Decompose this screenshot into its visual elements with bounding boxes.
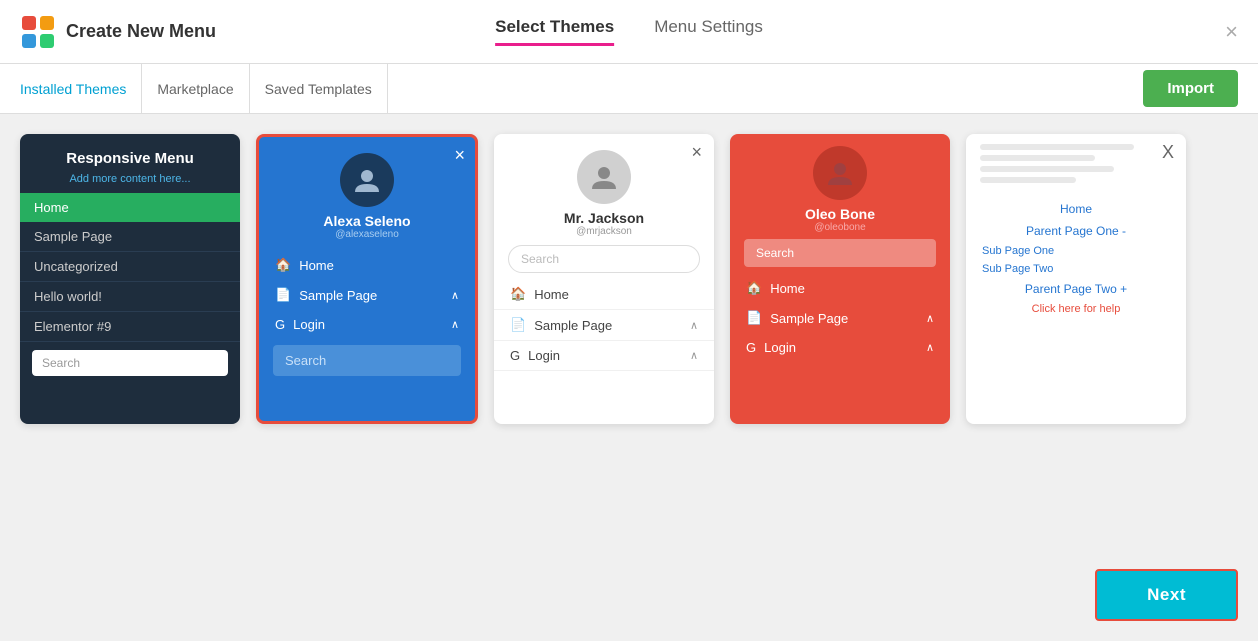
page-icon-red: 📄 — [746, 310, 762, 326]
arrow-icon-blue-1: ∧ — [451, 289, 459, 302]
placeholder-line-4 — [980, 177, 1076, 183]
g-icon-blue: G — [275, 317, 285, 332]
user-handle-jackson: @mrjackson — [494, 226, 714, 237]
tab-menu-settings[interactable]: Menu Settings — [654, 17, 763, 46]
arrow-icon-red-1: ∧ — [926, 312, 934, 325]
arrow-icon-white-2: ∧ — [690, 349, 698, 362]
menu-item-sample-red: 📄 Sample Page ∧ — [730, 303, 950, 333]
search-box-red: Search — [744, 239, 936, 267]
avatar-oleo — [813, 146, 867, 200]
g-icon-white: G — [510, 348, 520, 363]
menu-item-home-white: 🏠 Home — [494, 279, 714, 310]
tab-select-themes[interactable]: Select Themes — [495, 17, 614, 46]
arrow-icon-white-1: ∧ — [690, 319, 698, 332]
user-handle-oleo: @oleobone — [730, 222, 950, 233]
menu-item-elementor-dark: Elementor #9 — [20, 312, 240, 342]
menu-item-sample-white: 📄 Sample Page ∧ — [494, 310, 714, 341]
page-icon-blue: 📄 — [275, 287, 291, 303]
menu-item-home-blue: 🏠 Home — [259, 250, 475, 280]
close-icon-white[interactable]: × — [691, 142, 702, 163]
sub-tab-saved-templates[interactable]: Saved Templates — [250, 64, 388, 113]
home-icon-blue: 🏠 — [275, 257, 291, 273]
app-title: Create New Menu — [66, 21, 216, 42]
menu-item-login-red: G Login ∧ — [730, 333, 950, 362]
logo-area: Create New Menu — [20, 14, 216, 50]
plain-link-parent1: Parent Page One - — [966, 220, 1186, 242]
placeholder-line-1 — [980, 144, 1134, 150]
plain-link-sub1: Sub Page One — [966, 242, 1186, 260]
theme-card-alexa-seleno[interactable]: × Alexa Seleno @alexaseleno 🏠 Home 📄 Sam… — [256, 134, 478, 424]
menu-item-login-blue: G Login ∧ — [259, 310, 475, 339]
user-name-oleo: Oleo Bone — [730, 206, 950, 222]
theme-card-oleo-bone[interactable]: Oleo Bone @oleobone Search 🏠 Home 📄 Samp… — [730, 134, 950, 424]
next-button-container: Next — [1095, 569, 1238, 621]
menu-item-sample-blue: 📄 Sample Page ∧ — [259, 280, 475, 310]
plain-link-sub2: Sub Page Two — [966, 260, 1186, 278]
avatar-jackson — [577, 150, 631, 204]
main-content: Responsive Menu Add more content here...… — [0, 114, 1258, 641]
user-name-alexa: Alexa Seleno — [259, 213, 475, 229]
avatar-alexa — [340, 153, 394, 207]
import-button[interactable]: Import — [1143, 70, 1238, 107]
close-icon[interactable]: × — [1225, 19, 1238, 45]
arrow-icon-blue-2: ∧ — [451, 318, 459, 331]
theme-title-responsive: Responsive Menu — [20, 134, 240, 173]
close-icon-blue[interactable]: × — [454, 145, 465, 166]
plain-link-parent2: Parent Page Two + — [966, 278, 1186, 300]
placeholder-line-3 — [980, 166, 1114, 172]
user-name-jackson: Mr. Jackson — [494, 210, 714, 226]
close-icon-plain[interactable]: X — [1162, 142, 1174, 163]
plain-lines-area — [966, 134, 1186, 198]
main-tabs: Select Themes Menu Settings — [495, 17, 763, 46]
page-icon-white: 📄 — [510, 317, 526, 333]
sub-header: Installed Themes Marketplace Saved Templ… — [0, 64, 1258, 114]
theme-card-plain[interactable]: X Home Parent Page One - Sub Page One Su… — [966, 134, 1186, 424]
plain-link-home: Home — [966, 198, 1186, 220]
menu-item-hello-dark: Hello world! — [20, 282, 240, 312]
menu-item-sample-dark: Sample Page — [20, 222, 240, 252]
theme-card-responsive-menu[interactable]: Responsive Menu Add more content here...… — [20, 134, 240, 424]
user-handle-alexa: @alexaseleno — [259, 229, 475, 240]
themes-container: Responsive Menu Add more content here...… — [20, 134, 1238, 434]
person-icon-alexa — [351, 164, 383, 196]
home-icon-red: 🏠 — [746, 280, 762, 296]
person-icon-oleo — [824, 157, 856, 189]
person-icon-jackson — [588, 161, 620, 193]
search-box-white: Search — [508, 245, 700, 273]
menu-item-login-white: G Login ∧ — [494, 341, 714, 371]
home-icon-white: 🏠 — [510, 286, 526, 302]
g-icon-red: G — [746, 340, 756, 355]
next-button[interactable]: Next — [1095, 569, 1238, 621]
app-logo-icon — [20, 14, 56, 50]
theme-subtitle-responsive: Add more content here... — [20, 173, 240, 185]
header: Create New Menu Select Themes Menu Setti… — [0, 0, 1258, 64]
sub-tab-installed-themes[interactable]: Installed Themes — [20, 64, 142, 113]
menu-item-uncategorized-dark: Uncategorized — [20, 252, 240, 282]
search-box-blue: Search — [273, 345, 461, 376]
plain-link-help: Click here for help — [966, 300, 1186, 318]
sub-tab-marketplace[interactable]: Marketplace — [142, 64, 249, 113]
theme-card-mr-jackson[interactable]: × Mr. Jackson @mrjackson Search 🏠 Home 📄… — [494, 134, 714, 424]
search-box-dark: Search — [32, 350, 228, 376]
menu-item-home-red: 🏠 Home — [730, 273, 950, 303]
menu-item-home-dark: Home — [20, 193, 240, 222]
placeholder-line-2 — [980, 155, 1095, 161]
arrow-icon-red-2: ∧ — [926, 341, 934, 354]
